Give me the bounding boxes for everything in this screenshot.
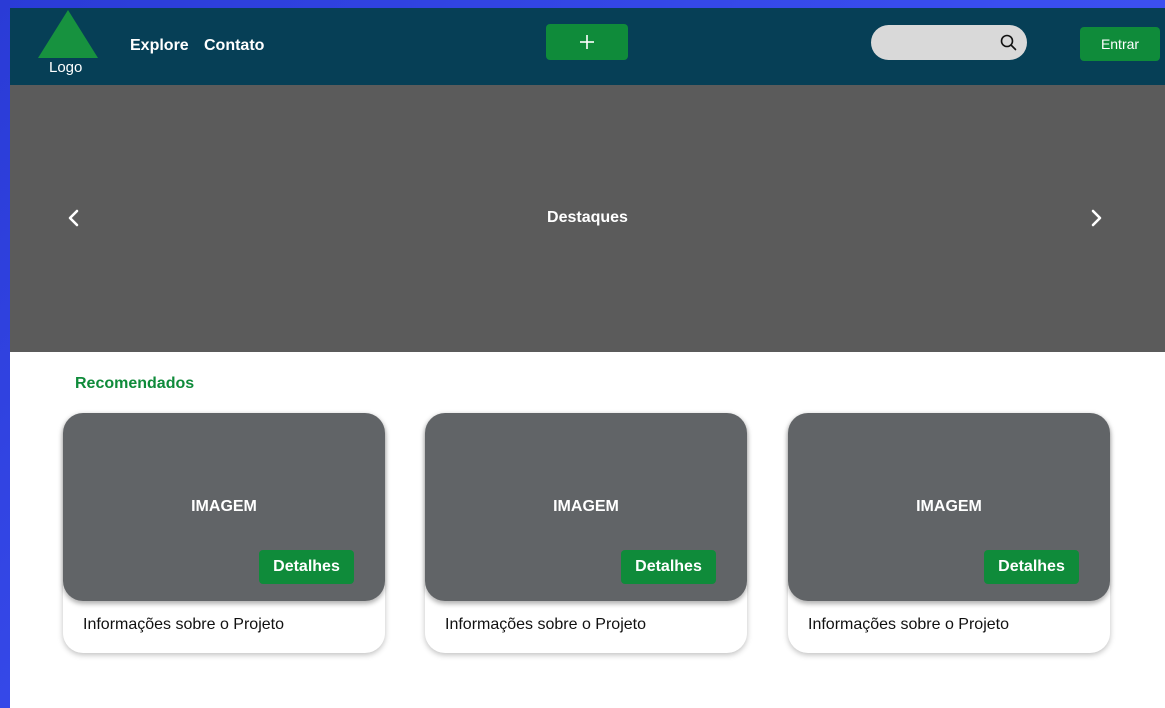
project-card[interactable]: IMAGEM Detalhes Informações sobre o Proj… bbox=[63, 413, 385, 653]
card-info: Informações sobre o Projeto bbox=[83, 616, 284, 633]
logo-triangle-icon bbox=[38, 10, 98, 58]
card-image-label: IMAGEM bbox=[553, 498, 619, 515]
login-button[interactable]: Entrar bbox=[1080, 27, 1160, 61]
details-button[interactable]: Detalhes bbox=[984, 550, 1079, 584]
chevron-right-icon[interactable] bbox=[1084, 203, 1108, 233]
logo[interactable]: Logo bbox=[38, 10, 98, 78]
card-image-label: IMAGEM bbox=[191, 498, 257, 515]
project-card[interactable]: IMAGEM Detalhes Informações sobre o Proj… bbox=[425, 413, 747, 653]
card-image-label: IMAGEM bbox=[916, 498, 982, 515]
card-image: IMAGEM Detalhes bbox=[63, 413, 385, 601]
section-title-recommended: Recomendados bbox=[75, 375, 195, 392]
page-frame: Logo Explore Contato Entrar Destaques Re… bbox=[10, 8, 1165, 708]
search-input[interactable] bbox=[885, 31, 999, 55]
highlights-carousel: Destaques bbox=[10, 85, 1165, 352]
add-button[interactable] bbox=[546, 24, 628, 60]
search-bar[interactable] bbox=[871, 25, 1027, 60]
logo-text: Logo bbox=[49, 59, 83, 76]
plus-icon bbox=[580, 35, 594, 49]
project-card[interactable]: IMAGEM Detalhes Informações sobre o Proj… bbox=[788, 413, 1110, 653]
card-image: IMAGEM Detalhes bbox=[425, 413, 747, 601]
navbar: Logo Explore Contato Entrar bbox=[10, 8, 1165, 85]
search-icon[interactable] bbox=[1000, 34, 1017, 51]
nav-contato-link[interactable]: Contato bbox=[204, 37, 264, 55]
card-info: Informações sobre o Projeto bbox=[808, 616, 1009, 633]
details-button[interactable]: Detalhes bbox=[621, 550, 716, 584]
nav-explore-link[interactable]: Explore bbox=[130, 37, 189, 55]
carousel-title: Destaques bbox=[547, 209, 628, 226]
card-image: IMAGEM Detalhes bbox=[788, 413, 1110, 601]
details-button[interactable]: Detalhes bbox=[259, 550, 354, 584]
card-info: Informações sobre o Projeto bbox=[445, 616, 646, 633]
